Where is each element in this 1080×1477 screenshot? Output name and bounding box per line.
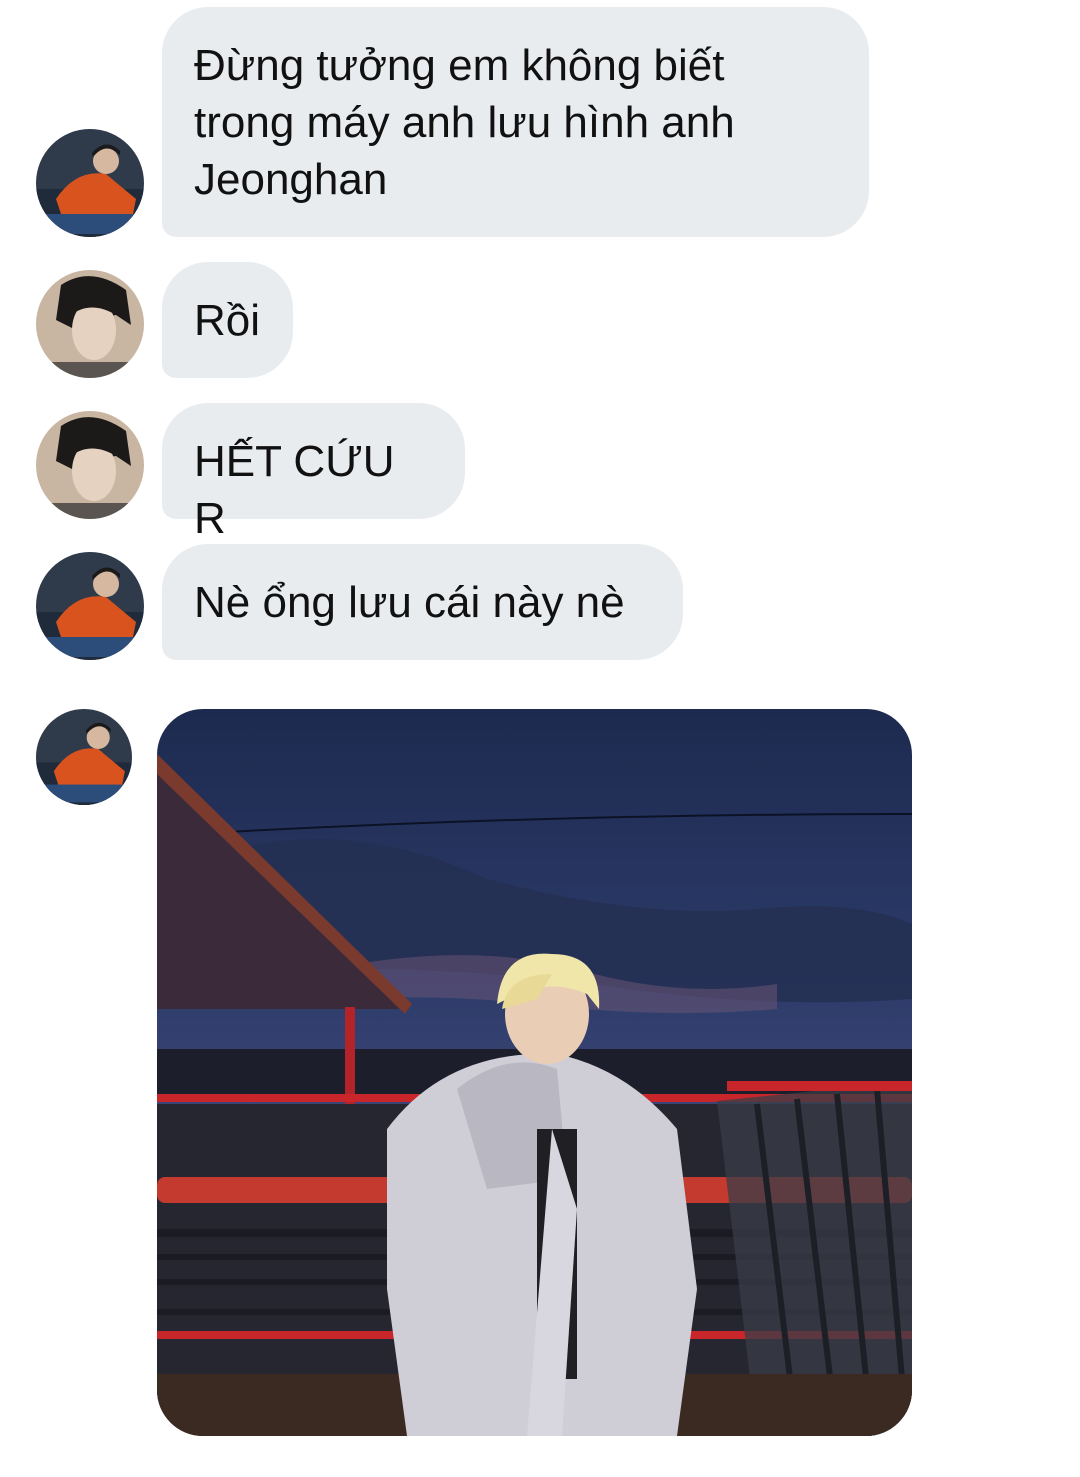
message-text-line: trong máy anh lưu hình anh bbox=[194, 98, 735, 147]
sender-avatar[interactable] bbox=[36, 129, 144, 237]
photo-message[interactable] bbox=[157, 709, 912, 1436]
message-text-line: Jeonghan bbox=[194, 155, 388, 204]
message-bubble[interactable]: HẾT CỨU R bbox=[162, 403, 465, 543]
message-text: Nè ổng lưu cái này nè bbox=[194, 578, 625, 627]
message-bubble[interactable]: Nè ổng lưu cái này nè bbox=[162, 544, 683, 660]
message-text: HẾT CỨU R bbox=[194, 437, 395, 543]
photo-image bbox=[157, 709, 912, 1436]
sender-avatar[interactable] bbox=[36, 552, 144, 660]
message-bubble[interactable]: Rồi bbox=[162, 262, 293, 378]
message-text: Rồi bbox=[194, 296, 261, 345]
sender-avatar[interactable] bbox=[36, 709, 132, 805]
sender-avatar[interactable] bbox=[36, 411, 144, 519]
message-text-line: Đừng tưởng em không biết bbox=[194, 41, 725, 90]
sender-avatar[interactable] bbox=[36, 270, 144, 378]
message-bubble[interactable]: Đừng tưởng em không biết trong máy anh l… bbox=[162, 7, 869, 237]
